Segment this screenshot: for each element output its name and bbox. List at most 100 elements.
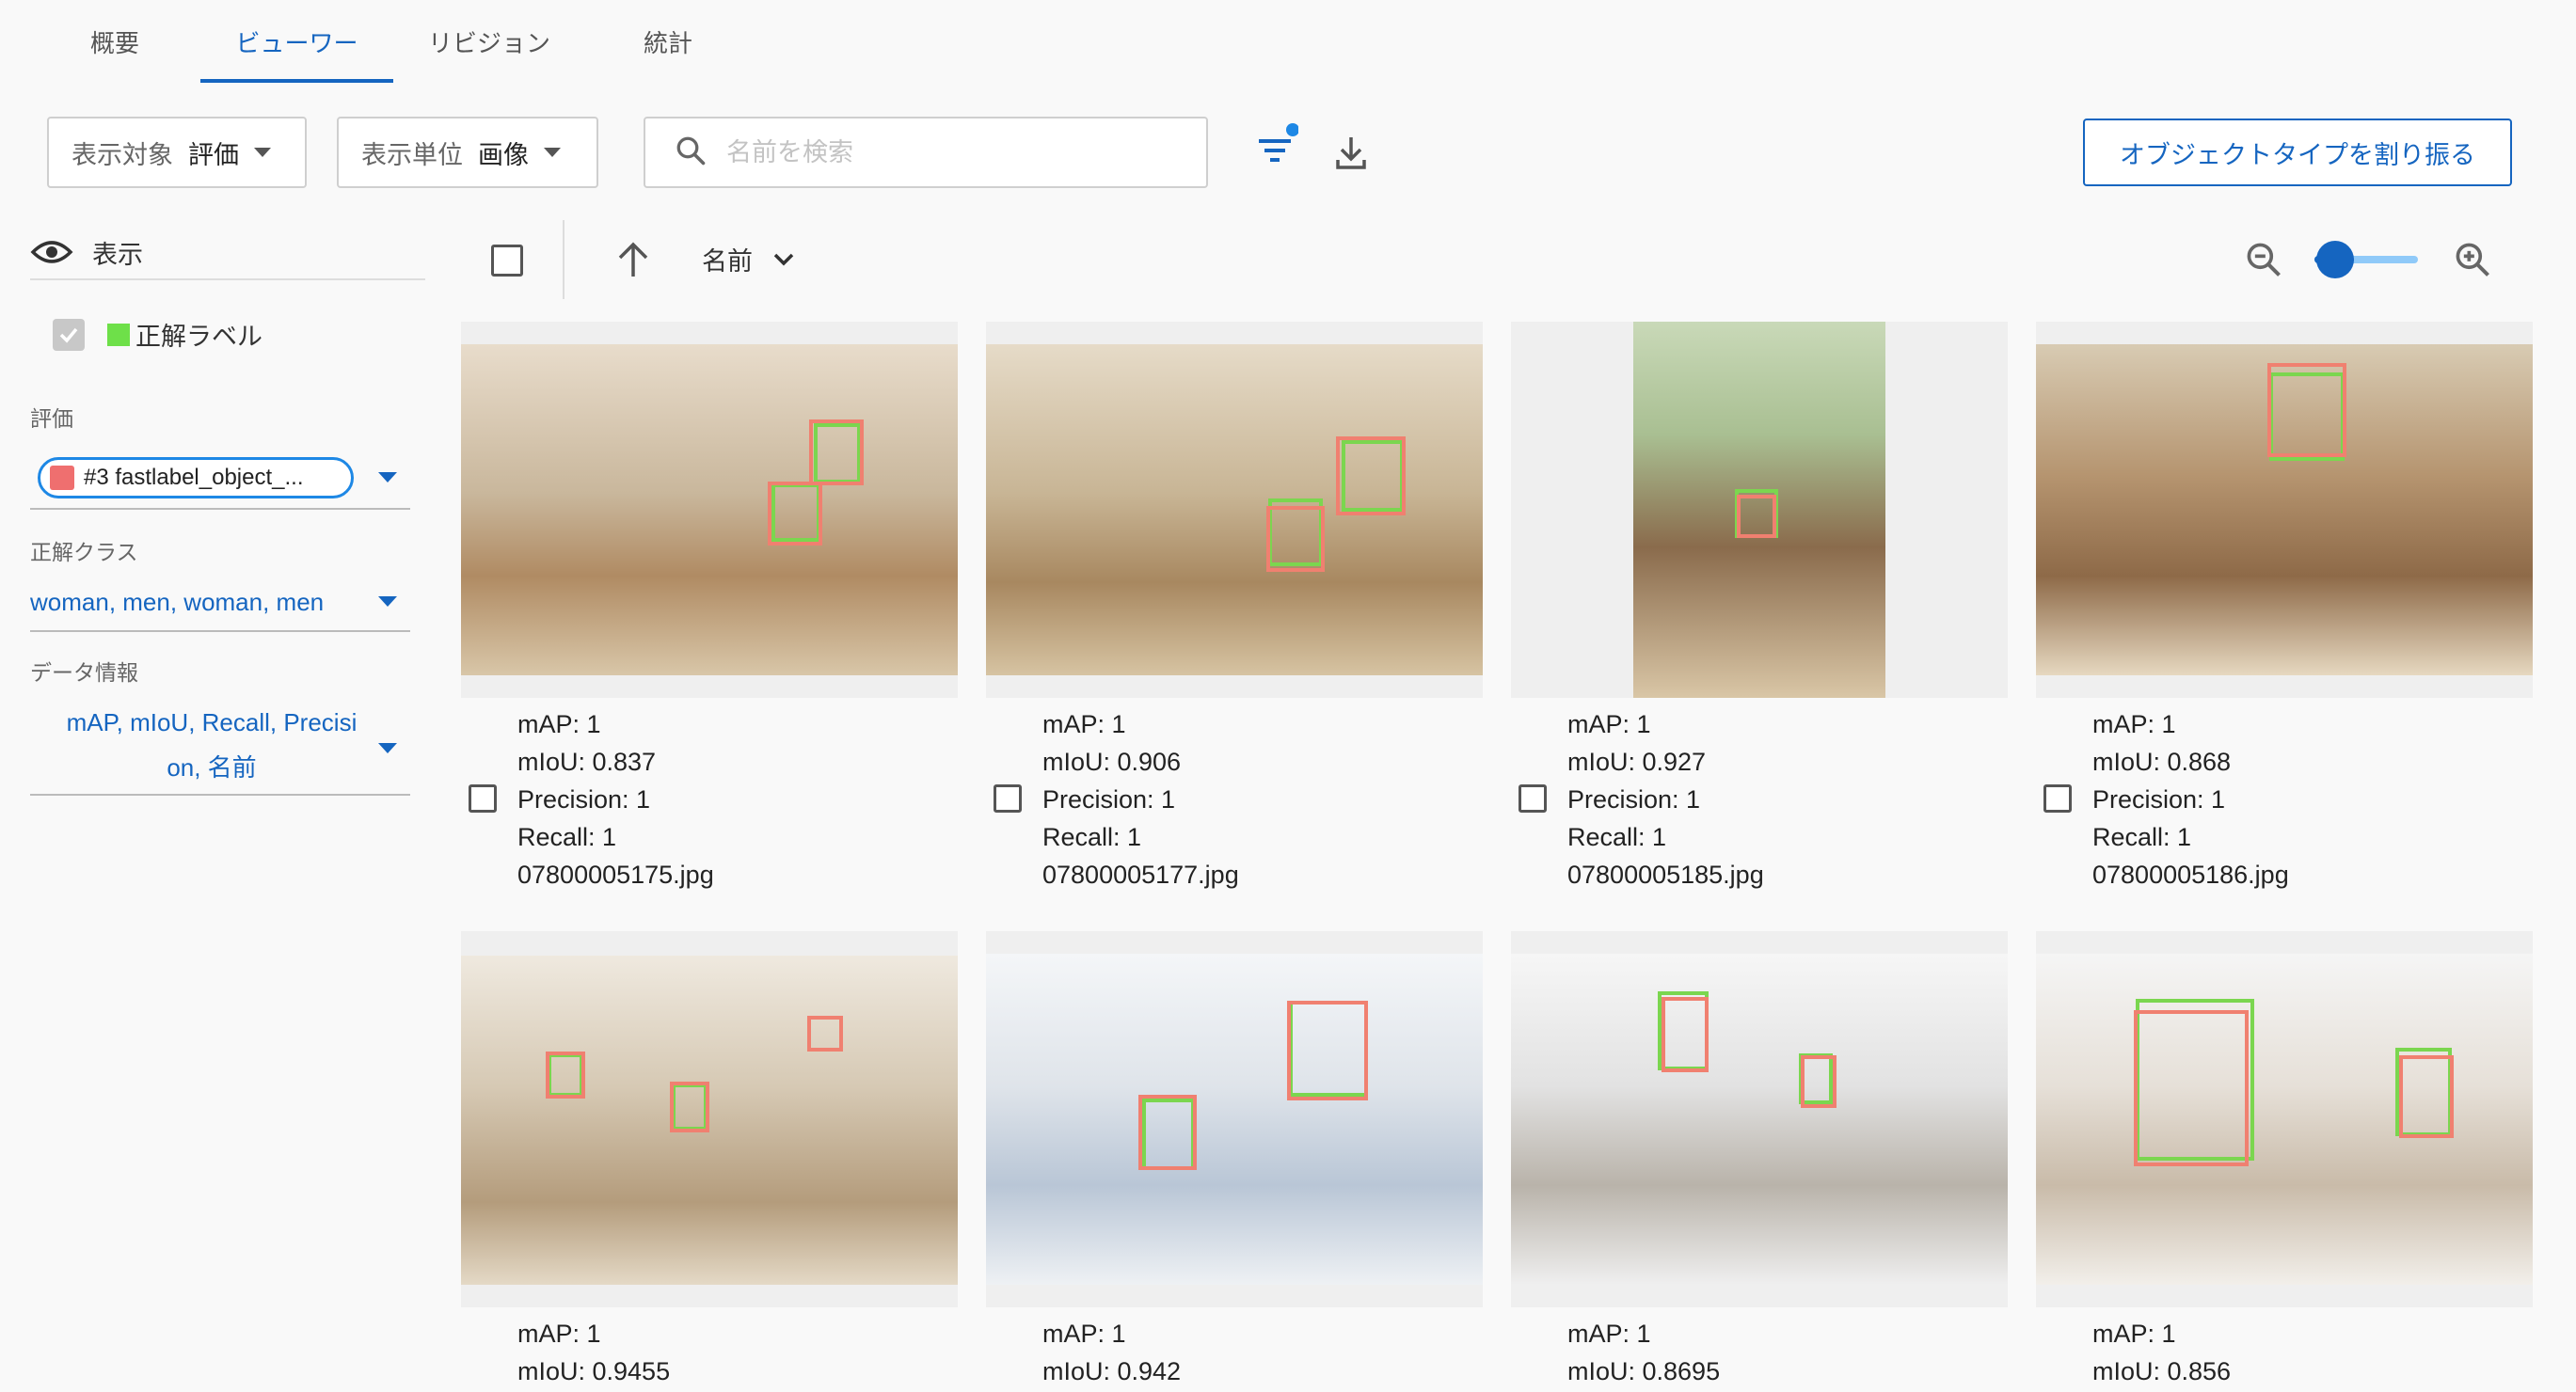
- image-select-checkbox[interactable]: [2043, 784, 2072, 813]
- search-box: [644, 117, 1208, 188]
- image-select-checkbox[interactable]: [469, 784, 497, 813]
- ground-truth-toggle[interactable]: 正解ラベル: [53, 316, 262, 353]
- photo-family-scene: [461, 956, 958, 1285]
- active-tab-indicator: [200, 79, 393, 83]
- prediction-box: [768, 482, 822, 546]
- tab-overview[interactable]: 概要: [58, 0, 171, 83]
- prediction-box: [546, 1052, 585, 1099]
- display-unit-label: 表示単位: [361, 140, 463, 169]
- metrics: mAP: 1 mIoU: 0.8695: [1567, 1315, 1720, 1390]
- search-icon: [674, 134, 708, 172]
- caret-down-icon: [544, 148, 561, 157]
- data-info-select[interactable]: mAP, mIoU, Recall, Precisi on, 名前: [30, 700, 410, 796]
- display-target-value: 評価: [188, 140, 239, 169]
- image-thumbnail[interactable]: [2036, 931, 2533, 1307]
- miou-value: mIoU: 0.927: [1567, 748, 1707, 776]
- prediction-box: [1266, 506, 1325, 572]
- file-name: 07800005185.jpg: [1567, 861, 1764, 889]
- chevron-down-icon: [773, 253, 794, 266]
- recall-value: Recall: 1: [1567, 823, 1667, 851]
- image-thumbnail[interactable]: [2036, 322, 2533, 698]
- recall-value: Recall: 1: [1042, 823, 1142, 851]
- image-thumbnail[interactable]: [1511, 322, 2008, 698]
- image-thumbnail[interactable]: [461, 931, 958, 1307]
- tab-statistics[interactable]: 統計: [612, 0, 724, 83]
- metrics: mAP: 1 mIoU: 0.856: [2092, 1315, 2231, 1390]
- prediction-box: [807, 1016, 843, 1052]
- prediction-box: [670, 1082, 709, 1132]
- precision-value: Precision: 1: [2092, 785, 2226, 814]
- miou-value: mIoU: 0.868: [2092, 748, 2232, 776]
- image-thumbnail[interactable]: [1511, 931, 2008, 1307]
- evaluation-chip[interactable]: #3 fastlabel_object_...: [38, 457, 354, 498]
- sort-field-label: 名前: [702, 247, 753, 276]
- select-all-checkbox[interactable]: [491, 245, 523, 277]
- class-label: 正解クラス: [30, 540, 138, 564]
- download-icon[interactable]: [1332, 134, 1370, 178]
- prediction-box: [1662, 997, 1709, 1072]
- metrics: mAP: 1 mIoU: 0.868 Precision: 1 Recall: …: [2092, 705, 2289, 894]
- prediction-box: [1287, 1001, 1368, 1100]
- filter-icon[interactable]: [1255, 119, 1299, 174]
- data-info-label: データ情報: [30, 660, 138, 685]
- prediction-box: [1138, 1095, 1197, 1170]
- map-value: mAP: 1: [517, 710, 601, 738]
- data-info-value-line1: mAP, mIoU, Recall, Precisi: [66, 708, 358, 736]
- map-value: mAP: 1: [1567, 710, 1651, 738]
- tab-revision[interactable]: リビジョン: [414, 0, 564, 83]
- class-value: woman, men, woman, men: [30, 587, 325, 616]
- recall-value: Recall: 1: [517, 823, 617, 851]
- file-name: 07800005175.jpg: [517, 861, 714, 889]
- display-label: 表示: [92, 240, 143, 269]
- class-select[interactable]: woman, men, woman, men: [30, 574, 410, 632]
- recall-value: Recall: 1: [2092, 823, 2192, 851]
- caret-down-icon: [378, 743, 397, 753]
- photo-call-center-scene: [1511, 954, 2008, 1285]
- map-value: mAP: 1: [1567, 1320, 1651, 1348]
- sort-field-select[interactable]: 名前: [702, 241, 794, 277]
- metrics: mAP: 1 mIoU: 0.906 Precision: 1 Recall: …: [1042, 705, 1239, 894]
- data-info-value-line2: on, 名前: [167, 753, 257, 782]
- prediction-box: [1801, 1055, 1837, 1108]
- miou-value: mIoU: 0.837: [517, 748, 657, 776]
- grid-header: 名前: [461, 216, 2531, 303]
- display-target-select[interactable]: 表示対象 評価: [47, 117, 307, 188]
- miou-value: mIoU: 0.906: [1042, 748, 1182, 776]
- map-value: mAP: 1: [2092, 710, 2176, 738]
- display-toggle[interactable]: 表示: [30, 226, 425, 280]
- image-thumbnail[interactable]: [986, 931, 1483, 1307]
- image-select-checkbox[interactable]: [994, 784, 1022, 813]
- miou-value: mIoU: 0.9455: [517, 1357, 671, 1385]
- precision-value: Precision: 1: [1567, 785, 1701, 814]
- display-unit-value: 画像: [478, 140, 529, 169]
- assign-object-type-button[interactable]: オブジェクトタイプを割り振る: [2083, 119, 2512, 186]
- checkbox-checked[interactable]: [53, 318, 85, 351]
- zoom-out-icon[interactable]: [2243, 239, 2284, 285]
- metrics: mAP: 1 mIoU: 0.927 Precision: 1 Recall: …: [1567, 705, 1764, 894]
- tab-viewer[interactable]: ビューワー: [200, 0, 393, 83]
- evaluation-select[interactable]: #3 fastlabel_object_...: [30, 448, 410, 510]
- metrics: mAP: 1 mIoU: 0.837 Precision: 1 Recall: …: [517, 705, 714, 894]
- caret-down-icon: [378, 472, 397, 482]
- image-select-checkbox[interactable]: [1519, 784, 1547, 813]
- zoom-slider-thumb[interactable]: [2316, 241, 2354, 278]
- miou-value: mIoU: 0.856: [2092, 1357, 2232, 1385]
- search-input[interactable]: [726, 137, 1178, 167]
- photo-call-center-scene: [2036, 954, 2533, 1285]
- image-thumbnail[interactable]: [986, 322, 1483, 698]
- evaluation-label: 評価: [30, 406, 73, 431]
- data-info-value: mAP, mIoU, Recall, Precisi on, 名前: [38, 700, 386, 790]
- sort-direction-arrow-up-icon[interactable]: [613, 239, 653, 285]
- prediction-box: [2267, 363, 2346, 457]
- photo-cafe-scene: [986, 344, 1483, 675]
- map-value: mAP: 1: [517, 1320, 601, 1348]
- zoom-in-icon[interactable]: [2452, 239, 2493, 285]
- photo-call-center-scene: [986, 954, 1483, 1285]
- eye-icon: [30, 238, 73, 266]
- prediction-box: [1336, 436, 1406, 515]
- display-unit-select[interactable]: 表示単位 画像: [337, 117, 598, 188]
- image-thumbnail[interactable]: [461, 322, 958, 698]
- prediction-box: [809, 419, 864, 485]
- map-value: mAP: 1: [1042, 1320, 1126, 1348]
- metrics: mAP: 1 mIoU: 0.9455: [517, 1315, 670, 1390]
